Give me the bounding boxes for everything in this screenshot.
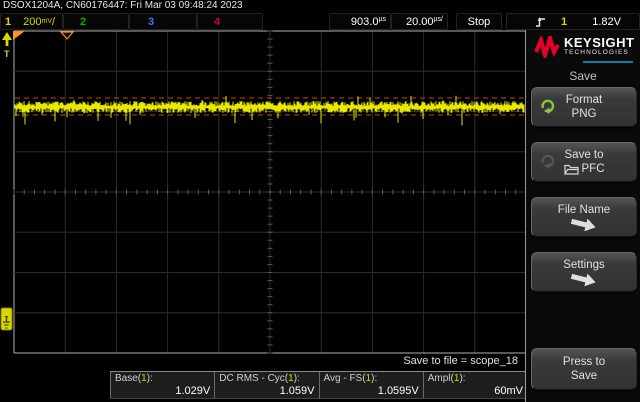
submenu-arrow-icon — [570, 214, 599, 235]
measurement-base[interactable]: Base(1): 1.029V — [110, 372, 214, 398]
cycle-values-icon-disabled — [539, 152, 557, 174]
format-softkey[interactable]: Format PNG — [531, 87, 637, 127]
save-to-file-status: Save to file = scope_18 — [403, 355, 518, 367]
measurement-avg[interactable]: Avg - FS(1): 1.0595V — [318, 372, 423, 398]
brand-accent-line — [583, 61, 633, 63]
keysight-logo: KEYSIGHT TECHNOLOGIES — [526, 30, 640, 63]
time-reference-marker — [59, 31, 75, 40]
svg-text:T: T — [4, 49, 10, 59]
trigger-time-marker[interactable] — [13, 31, 25, 40]
measurement-ampl[interactable]: Ampl(1): 60mV — [422, 372, 527, 398]
save-to-softkey[interactable]: Save to PFC — [531, 142, 637, 182]
softkey-menu: KEYSIGHT TECHNOLOGIES Save Format PNG Sa… — [525, 30, 640, 402]
settings-softkey[interactable]: Settings — [531, 252, 637, 292]
cycle-values-icon — [539, 97, 557, 119]
graticule — [13, 30, 527, 354]
trigger-level-marker[interactable]: T — [2, 32, 12, 59]
brand-name: KEYSIGHT — [564, 35, 635, 50]
press-to-save-softkey[interactable]: Press to Save — [531, 348, 637, 390]
submenu-arrow-icon — [570, 269, 599, 290]
brand-subname: TECHNOLOGIES — [564, 49, 629, 56]
folder-icon — [563, 164, 579, 175]
oscilloscope-screen: DSOX1204A, CN60176447: Fri Mar 03 09:48:… — [0, 0, 640, 402]
keysight-logo-icon — [534, 36, 560, 58]
file-name-softkey[interactable]: File Name — [531, 197, 637, 237]
channel-1-ground-marker[interactable] — [0, 307, 13, 331]
measurement-dcrms[interactable]: DC RMS - Cyc(1): 1.059V — [214, 372, 318, 398]
menu-title: Save — [569, 69, 597, 83]
measurement-bar: Base(1): 1.029V DC RMS - Cyc(1): 1.059V … — [110, 371, 527, 399]
